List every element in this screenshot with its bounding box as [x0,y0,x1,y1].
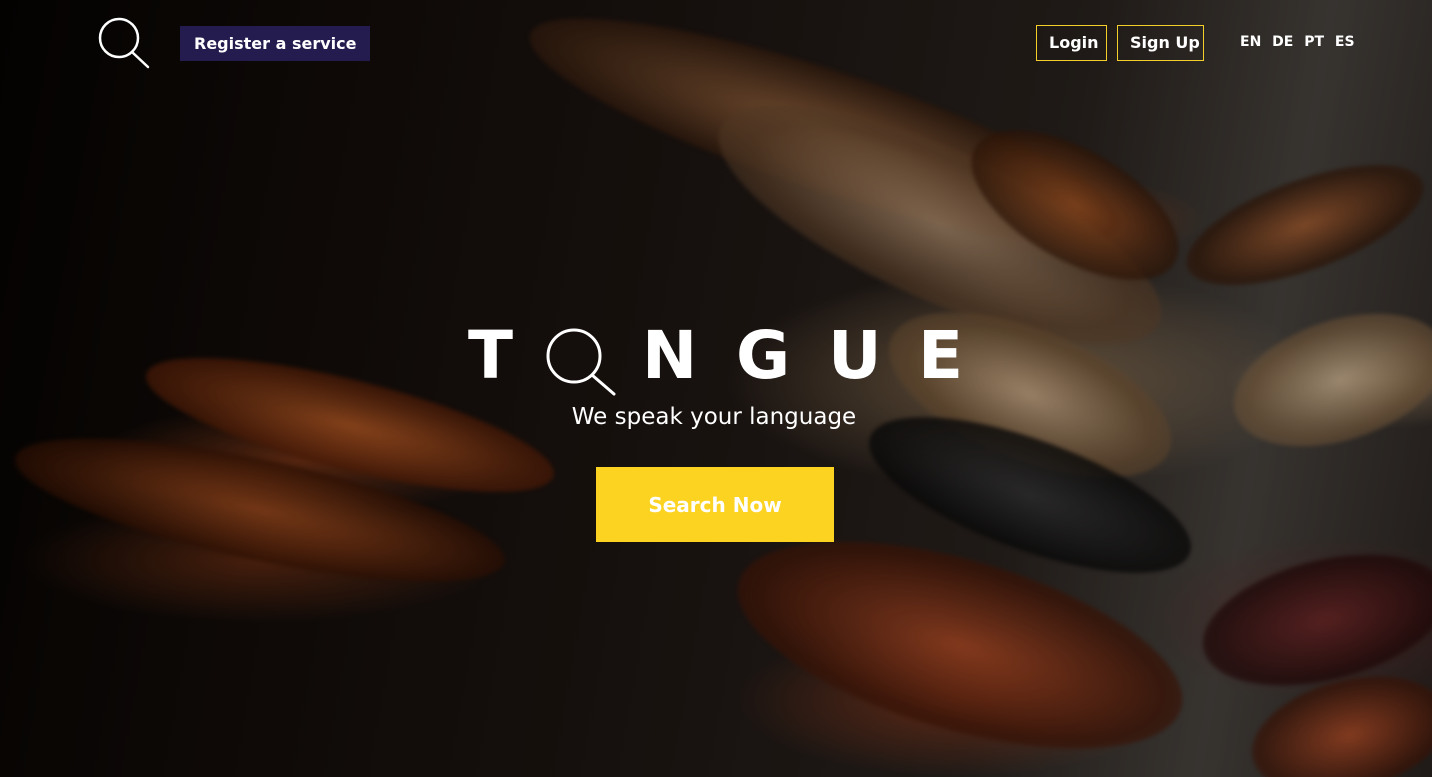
wordmark-letter-t: T [468,317,514,394]
language-switcher: EN DE PT ES [1240,34,1361,50]
tagline: We speak your language [0,404,1432,430]
language-es[interactable]: ES [1335,34,1355,50]
brand-wordmark: T N G U E [466,317,966,396]
language-de[interactable]: DE [1272,34,1293,50]
wordmark-letter-n: N [642,317,698,394]
login-button[interactable]: Login [1036,25,1107,61]
magnifier-icon [546,328,616,396]
tagline-text: We speak your language [571,404,857,430]
search-now-button[interactable]: Search Now [596,467,834,542]
wordmark-letter-e: E [918,317,964,394]
magnifier-logo-icon[interactable] [95,14,151,70]
language-pt[interactable]: PT [1304,34,1324,50]
register-service-button[interactable]: Register a service [180,26,371,61]
language-en[interactable]: EN [1240,34,1261,50]
wordmark-letter-u: U [828,317,882,394]
wordmark-letter-g: G [736,317,791,394]
signup-button[interactable]: Sign Up [1117,25,1204,61]
